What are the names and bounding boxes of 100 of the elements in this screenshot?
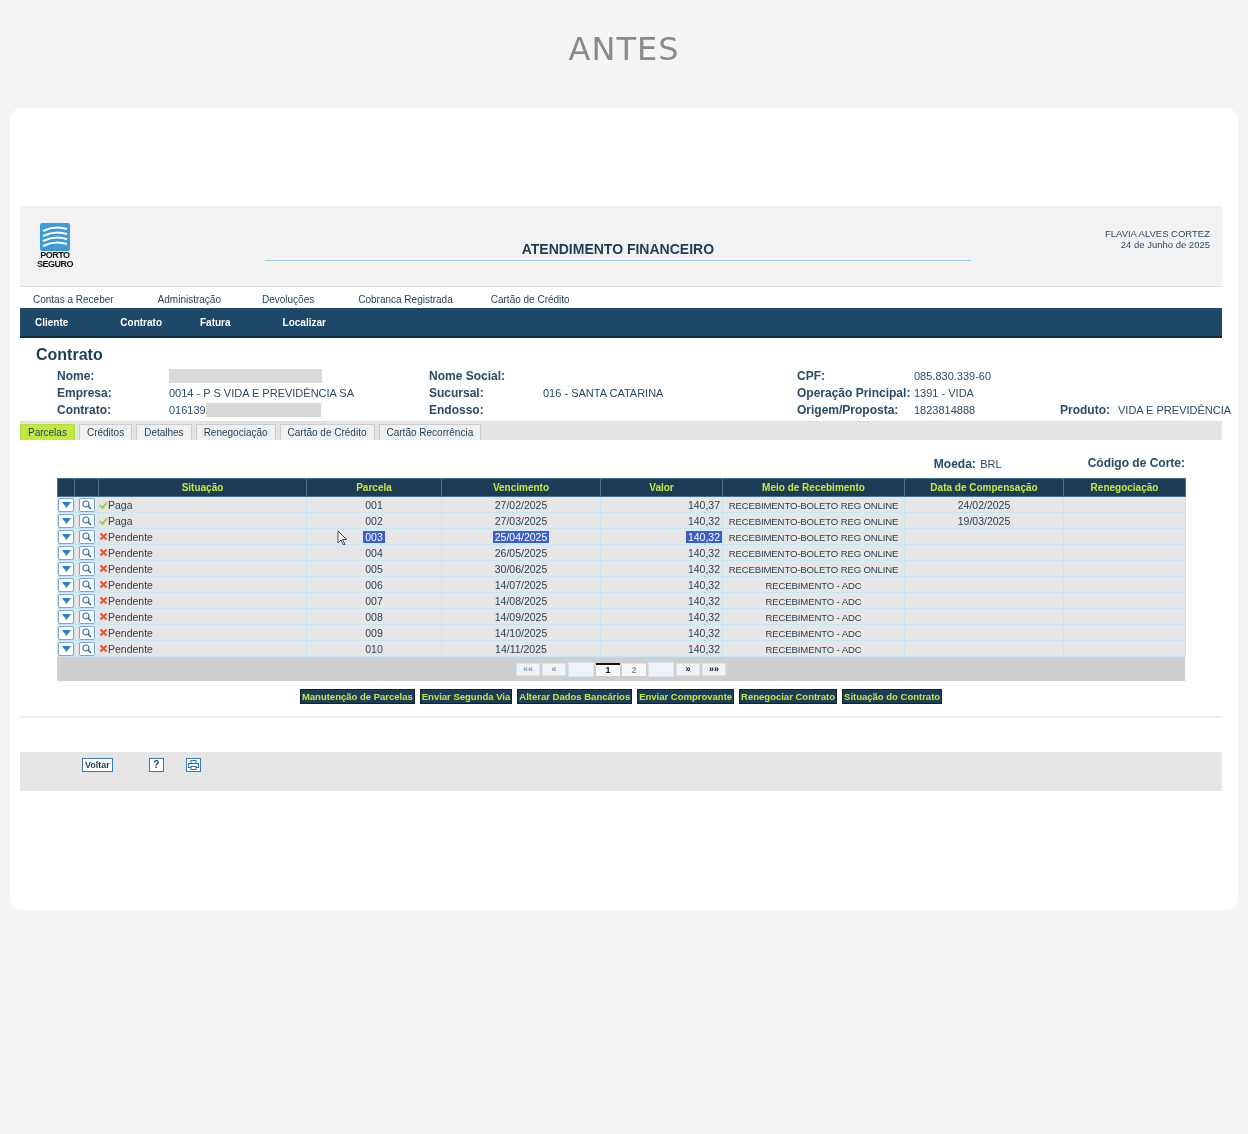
field-label: Nome Social: xyxy=(429,369,507,383)
search-icon xyxy=(81,579,92,590)
search-icon xyxy=(81,563,92,574)
page-button[interactable]: 1 xyxy=(596,662,620,676)
table-cell: RECEBIMENTO - ADC xyxy=(765,579,862,591)
search-button[interactable] xyxy=(78,625,95,640)
table-cell-text: 140,32 xyxy=(686,514,721,527)
column-header: Parcela xyxy=(306,478,442,497)
back-button[interactable]: Voltar xyxy=(82,757,113,772)
search-button[interactable] xyxy=(78,609,95,624)
table-cell-text: 010 xyxy=(364,642,384,655)
dropdown-button[interactable] xyxy=(58,593,74,608)
table-cell-text: 002 xyxy=(364,514,384,527)
table-cell-text: 27/02/2025 xyxy=(493,498,549,511)
nav-item[interactable]: Fatura xyxy=(200,316,231,328)
action-button[interactable]: Renegociar Contrato xyxy=(739,689,838,704)
field-label: Nome: xyxy=(57,369,96,383)
printer-icon xyxy=(187,759,199,770)
current-date: 24 de Junho de 2025 xyxy=(1120,239,1210,250)
table-cell-text: 14/08/2025 xyxy=(493,594,549,607)
menu-item[interactable]: Contas a Receber xyxy=(33,293,114,305)
dropdown-button[interactable] xyxy=(58,625,74,640)
table-cell: RECEBIMENTO-BOLETO REG ONLINE xyxy=(728,547,899,559)
table-cell: RECEBIMENTO - ADC xyxy=(765,643,862,655)
field-value: 0014 - P S VIDA E PREVIDÊNCIA SA xyxy=(169,387,355,399)
tab[interactable]: Parcelas xyxy=(20,424,75,440)
action-button[interactable]: Situação do Contrato xyxy=(842,689,943,704)
column-header: Renegociação xyxy=(1063,478,1186,497)
field-value: 085.830.339-60 xyxy=(914,370,992,382)
search-button[interactable] xyxy=(78,545,95,560)
dropdown-button[interactable] xyxy=(58,497,74,512)
dropdown-button[interactable] xyxy=(58,545,74,560)
search-icon xyxy=(81,515,92,526)
table-cell-text: 140,32 xyxy=(686,578,721,591)
search-button[interactable] xyxy=(78,577,95,592)
search-icon xyxy=(81,611,92,622)
help-button[interactable]: ? xyxy=(148,757,164,772)
search-button[interactable] xyxy=(78,593,95,608)
search-button[interactable] xyxy=(78,497,95,512)
status-text: Pendente xyxy=(108,546,153,559)
field-value: 016 - SANTA CATARINA xyxy=(543,387,664,399)
column-header: Vencimento xyxy=(441,478,601,497)
last-page-button[interactable]: »» xyxy=(702,662,726,676)
table-cell-text: 008 xyxy=(364,610,384,623)
next-page-button[interactable]: » xyxy=(676,662,700,676)
table-cell: RECEBIMENTO-BOLETO REG ONLINE xyxy=(728,515,899,527)
table-cell-text: 140,37 xyxy=(686,498,721,511)
menu-item[interactable]: Cartão de Crédito xyxy=(490,293,570,305)
table-cell-text: 001 xyxy=(364,498,384,511)
print-button[interactable] xyxy=(185,757,201,772)
nav-item[interactable]: Localizar xyxy=(282,316,326,328)
cursor-icon xyxy=(337,530,348,546)
action-button[interactable]: Manutenção de Parcelas xyxy=(299,689,415,704)
search-button[interactable] xyxy=(78,641,95,656)
field-label: Empresa: xyxy=(57,386,113,400)
pager-spacer xyxy=(568,661,594,677)
menu-item[interactable]: Cobranca Registrada xyxy=(358,293,453,305)
logo-text: SEGURO xyxy=(36,260,73,269)
status-text: Pendente xyxy=(108,562,153,575)
nav-item[interactable]: Contrato xyxy=(120,316,162,328)
search-button[interactable] xyxy=(78,529,95,544)
table-cell: 003 xyxy=(363,530,385,543)
dropdown-button[interactable] xyxy=(58,577,74,592)
page-title: ATENDIMENTO FINANCEIRO xyxy=(264,231,971,261)
cross-icon xyxy=(99,547,108,557)
table-cell: RECEBIMENTO - ADC xyxy=(765,627,862,639)
table-cell-text: 26/05/2025 xyxy=(493,546,549,559)
currency-value: BRL xyxy=(980,458,1002,470)
dropdown-button[interactable] xyxy=(58,641,74,656)
logo-icon xyxy=(39,223,70,251)
dropdown-button[interactable] xyxy=(58,513,74,528)
tab[interactable]: Créditos xyxy=(78,424,133,440)
table-cell-text: 30/06/2025 xyxy=(493,562,549,575)
frame-title: ANTES xyxy=(568,30,680,70)
user-name: FLAVIA ALVES CORTEZ xyxy=(1104,228,1210,239)
table-cell-text: 140,32 xyxy=(686,642,721,655)
table-cell-text: 14/09/2025 xyxy=(493,610,549,623)
menu-item[interactable]: Devoluções xyxy=(261,293,315,305)
search-icon xyxy=(81,547,92,558)
dropdown-button[interactable] xyxy=(58,561,74,576)
status-text: Pendente xyxy=(108,578,153,591)
search-button[interactable] xyxy=(78,513,95,528)
cross-icon xyxy=(99,611,108,621)
field-label: Operação Principal: xyxy=(797,386,912,400)
table-cell: 140,32 xyxy=(685,530,722,543)
action-button[interactable]: Alterar Dados Bancários xyxy=(517,689,633,704)
tab[interactable]: Cartão Recorrência xyxy=(378,424,482,440)
dropdown-button[interactable] xyxy=(58,609,74,624)
nav-item[interactable]: Cliente xyxy=(35,316,69,328)
column-header: Valor xyxy=(600,478,723,497)
action-button[interactable]: Enviar Segunda Via xyxy=(419,689,513,704)
tab[interactable]: Cartão de Crédito xyxy=(279,424,375,440)
tab[interactable]: Renegociação xyxy=(195,424,276,440)
action-button[interactable]: Enviar Comprovante xyxy=(637,689,735,704)
search-button[interactable] xyxy=(78,561,95,576)
dropdown-button[interactable] xyxy=(58,529,74,544)
status-text: Pendente xyxy=(108,610,153,623)
menu-item[interactable]: Administração xyxy=(157,293,221,305)
cut-code-label: Código de Corte: xyxy=(1087,456,1185,470)
tab[interactable]: Detalhes xyxy=(136,424,192,440)
